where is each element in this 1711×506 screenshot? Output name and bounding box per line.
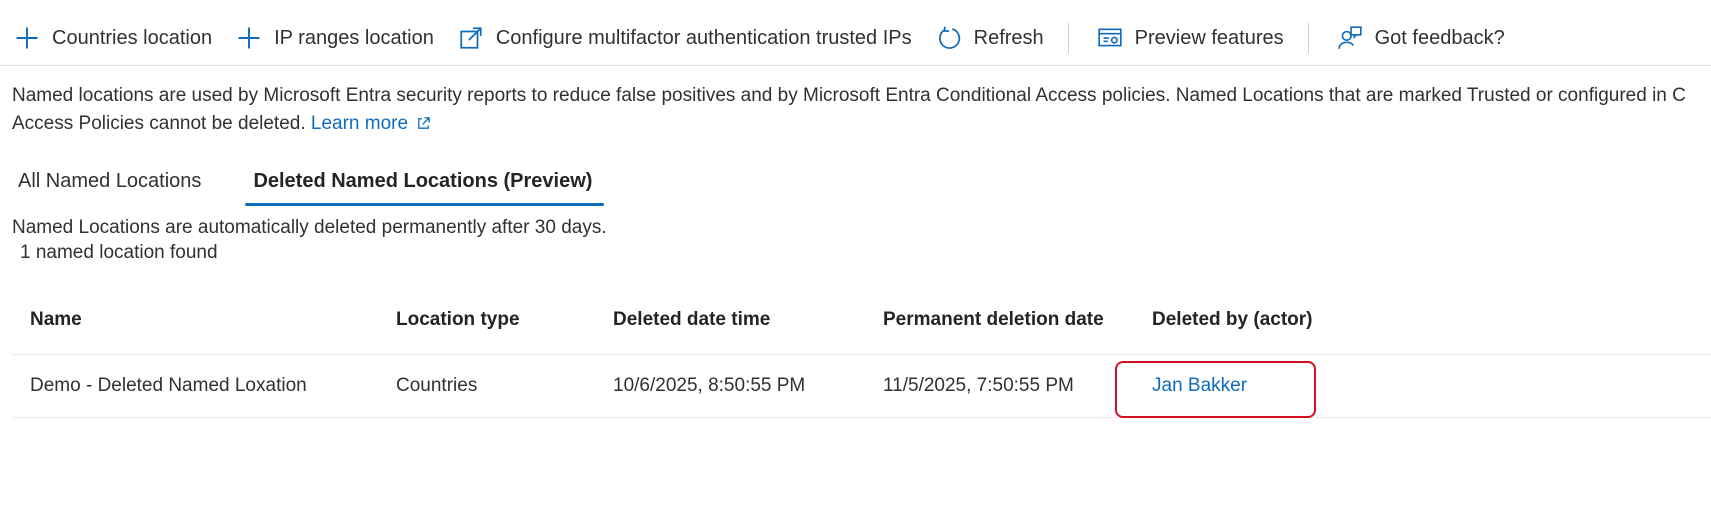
description-line-2: Access Policies cannot be deleted. Learn… (12, 110, 1711, 140)
row-deleted-date-time: 10/6/2025, 8:50:55 PM (613, 375, 806, 396)
ip-ranges-location-button[interactable]: IP ranges location (222, 12, 444, 64)
feedback-icon (1335, 23, 1365, 53)
refresh-button[interactable]: Refresh (922, 12, 1054, 64)
description-line-2-text: Access Policies cannot be deleted. (12, 113, 306, 134)
named-locations-page: Countries location IP ranges location Co… (0, 0, 1711, 506)
plus-icon (234, 23, 264, 53)
refresh-label: Refresh (973, 26, 1044, 49)
toolbar-divider (1307, 23, 1309, 53)
column-header-deleted-date-time[interactable]: Deleted date time (613, 298, 770, 342)
highlight-annotation (1115, 361, 1316, 418)
tab-all-named-locations[interactable]: All Named Locations (6, 160, 213, 206)
configure-mfa-label: Configure multifactor authentication tru… (495, 26, 912, 49)
deleted-locations-table: Name Location type Deleted date time Per… (12, 298, 1711, 418)
countries-location-label: Countries location (52, 26, 213, 49)
column-header-permanent-deletion-date[interactable]: Permanent deletion date (883, 298, 1104, 342)
learn-more-link[interactable]: Learn more (311, 113, 431, 134)
page-description: Named locations are used by Microsoft En… (12, 82, 1711, 140)
refresh-icon (934, 23, 964, 53)
deletion-notice: Named Locations are automatically delete… (12, 217, 607, 238)
preview-features-button[interactable]: Preview features (1083, 12, 1294, 64)
plus-icon (12, 23, 42, 53)
external-link-icon (416, 112, 431, 140)
ip-ranges-location-label: IP ranges location (274, 26, 434, 49)
result-count: 1 named location found (20, 242, 218, 263)
preview-features-label: Preview features (1134, 26, 1284, 49)
row-permanent-deletion-date: 11/5/2025, 7:50:55 PM (883, 375, 1074, 396)
open-external-icon (456, 23, 486, 53)
column-header-location-type[interactable]: Location type (396, 298, 520, 342)
learn-more-label: Learn more (310, 113, 409, 134)
configure-mfa-trusted-ips-button[interactable]: Configure multifactor authentication tru… (444, 12, 922, 64)
description-line-1: Named locations are used by Microsoft En… (12, 85, 1686, 106)
table-header-row: Name Location type Deleted date time Per… (12, 298, 1711, 354)
row-name: Demo - Deleted Named Loxation (30, 375, 307, 396)
got-feedback-button[interactable]: Got feedback? (1323, 12, 1515, 64)
locations-tabs: All Named Locations Deleted Named Locati… (6, 160, 632, 208)
row-location-type: Countries (396, 375, 478, 396)
countries-location-button[interactable]: Countries location (0, 12, 222, 64)
column-header-deleted-by[interactable]: Deleted by (actor) (1152, 298, 1312, 342)
command-bar: Countries location IP ranges location Co… (0, 12, 1711, 64)
got-feedback-label: Got feedback? (1374, 26, 1505, 49)
toolbar-divider (1067, 23, 1069, 53)
preview-features-icon (1095, 23, 1125, 53)
table-row[interactable]: Demo - Deleted Named Loxation Countries … (12, 354, 1711, 418)
column-header-name[interactable]: Name (30, 298, 82, 342)
toolbar-divider-line (0, 65, 1711, 66)
tab-deleted-named-locations[interactable]: Deleted Named Locations (Preview) (241, 160, 605, 206)
